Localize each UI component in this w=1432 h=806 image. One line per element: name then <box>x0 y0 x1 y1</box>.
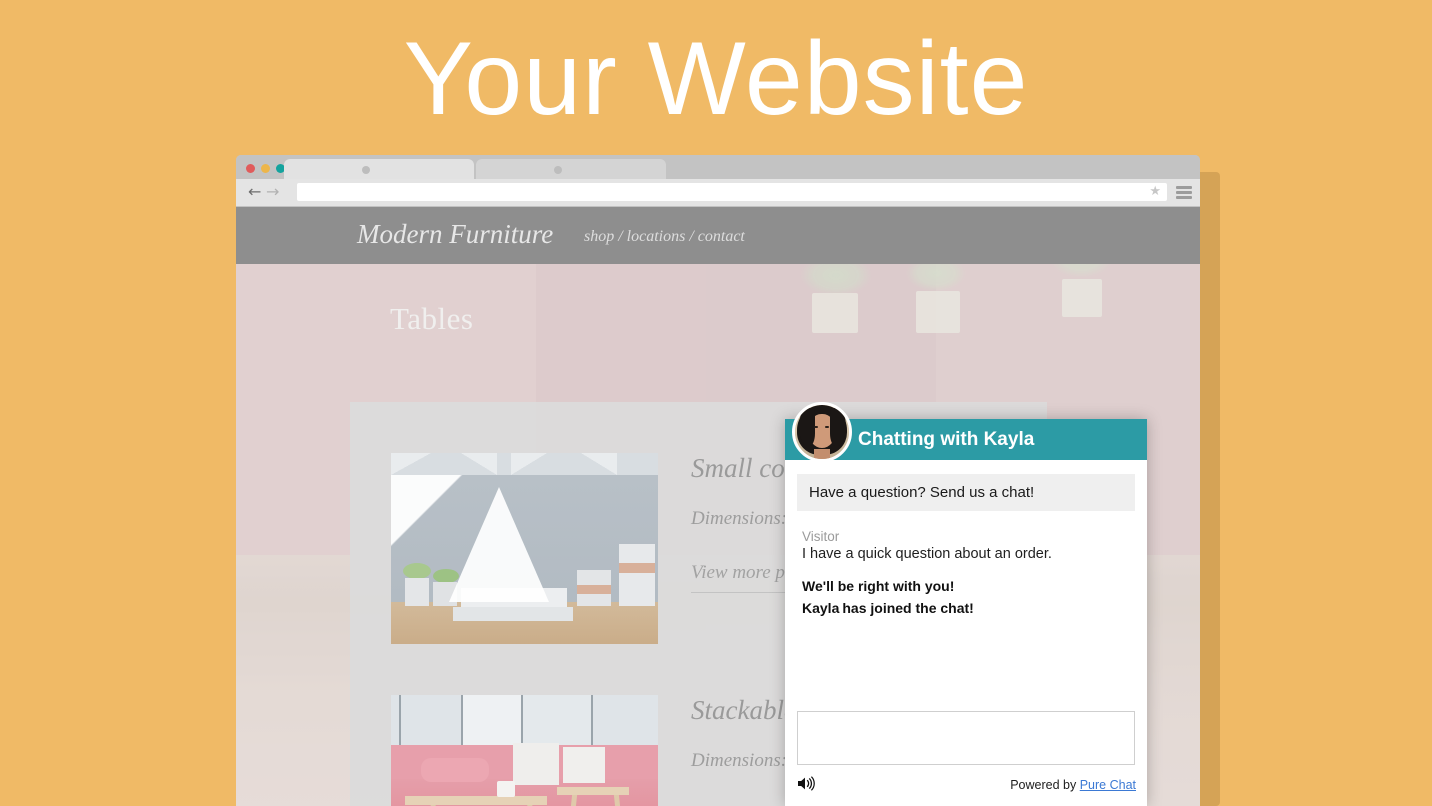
address-bar[interactable]: ★ <box>297 183 1167 201</box>
chat-header-title: Chatting with Kayla <box>858 429 1035 450</box>
chat-message: Visitor I have a quick question about an… <box>797 529 1135 562</box>
powered-by-text: Powered by <box>1010 778 1077 792</box>
favicon-icon <box>554 166 562 174</box>
chat-footer: Powered by Pure Chat <box>785 770 1147 806</box>
succulent-pot-icon <box>812 293 858 333</box>
back-arrow-icon[interactable]: ← <box>248 184 261 200</box>
product-image[interactable] <box>391 453 658 644</box>
product-image[interactable] <box>391 695 658 806</box>
site-navigation[interactable]: shop / locations / contact <box>584 228 745 246</box>
agent-avatar <box>792 402 852 462</box>
favicon-icon <box>362 166 370 174</box>
chat-message-list: Have a question? Send us a chat! Visitor… <box>785 460 1147 711</box>
message-text: I have a quick question about an order. <box>802 546 1052 562</box>
chat-header[interactable]: Chatting with Kayla <box>785 402 1147 462</box>
close-window-button[interactable] <box>246 164 255 173</box>
bookmark-star-icon[interactable]: ★ <box>1149 184 1161 200</box>
browser-tab-2[interactable] <box>476 159 666 179</box>
chat-input-area <box>785 711 1147 770</box>
minimize-window-button[interactable] <box>261 164 270 173</box>
browser-tab-1[interactable] <box>284 159 474 179</box>
site-header: Modern Furniture shop / locations / cont… <box>236 207 1200 264</box>
chat-greeting-bubble: Have a question? Send us a chat! <box>797 474 1135 511</box>
chat-join-notice: Kayla has joined the chat! <box>802 600 1135 616</box>
browser-tab-strip <box>236 155 1200 179</box>
succulent-pot-icon <box>916 291 960 333</box>
join-notice-agent: Kayla <box>802 600 840 616</box>
sound-toggle-icon[interactable] <box>797 776 815 795</box>
section-title: Tables <box>390 301 474 336</box>
message-author: Visitor <box>802 529 840 544</box>
screenshot-root: Your Website ← → ★ Modern Furniture shop… <box>0 0 1432 806</box>
succulent-pot-icon <box>1062 279 1102 317</box>
chat-system-message: We'll be right with you! <box>802 578 955 594</box>
site-brand[interactable]: Modern Furniture <box>357 219 553 250</box>
window-controls[interactable] <box>246 164 285 173</box>
chat-widget: Chatting with Kayla Have a question? Sen… <box>785 402 1147 806</box>
hamburger-menu-icon[interactable] <box>1176 186 1192 199</box>
pure-chat-link[interactable]: Pure Chat <box>1080 778 1136 792</box>
browser-toolbar: ← → ★ <box>236 179 1200 207</box>
forward-arrow-icon[interactable]: → <box>266 184 279 200</box>
chat-message-input[interactable] <box>797 711 1135 765</box>
page-title: Your Website <box>403 21 1029 137</box>
powered-by-label: Powered by Pure Chat <box>1010 778 1136 792</box>
join-notice-text: has joined the chat! <box>842 600 974 616</box>
